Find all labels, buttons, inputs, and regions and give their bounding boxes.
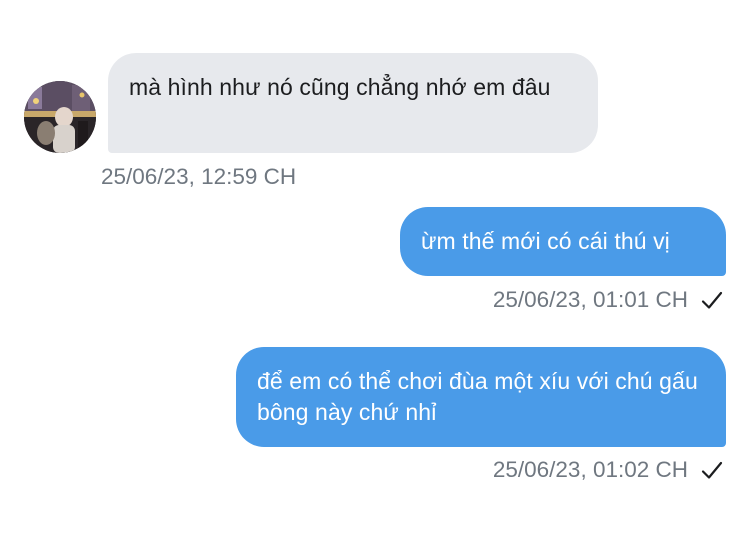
message-timestamp: 25/06/23, 12:59 CH: [101, 164, 297, 189]
message-timestamp: 25/06/23, 01:02 CH: [492, 457, 688, 482]
message-meta: 25/06/23, 01:02 CH: [493, 456, 724, 484]
message-bubble-outgoing[interactable]: để em có thể chơi đùa một xíu với chú gấ…: [236, 347, 726, 447]
avatar-photo: [24, 81, 96, 153]
message-timestamp: 25/06/23, 01:01 CH: [492, 287, 688, 312]
message-bubble-outgoing[interactable]: ừm thế mới có cái thú vị: [400, 207, 726, 276]
check-icon: [700, 288, 724, 312]
message-text: mà hình như nó cũng chẳng nhớ em đâu: [129, 74, 551, 100]
message-text: để em có thể chơi đùa một xíu với chú gấ…: [257, 368, 698, 425]
message-text: ừm thế mới có cái thú vị: [421, 228, 670, 254]
sender-avatar[interactable]: [24, 81, 96, 153]
message-bubble-incoming[interactable]: mà hình như nó cũng chẳng nhớ em đâu: [108, 53, 598, 153]
message-meta: 25/06/23, 01:01 CH: [493, 286, 724, 314]
check-icon: [700, 458, 724, 482]
